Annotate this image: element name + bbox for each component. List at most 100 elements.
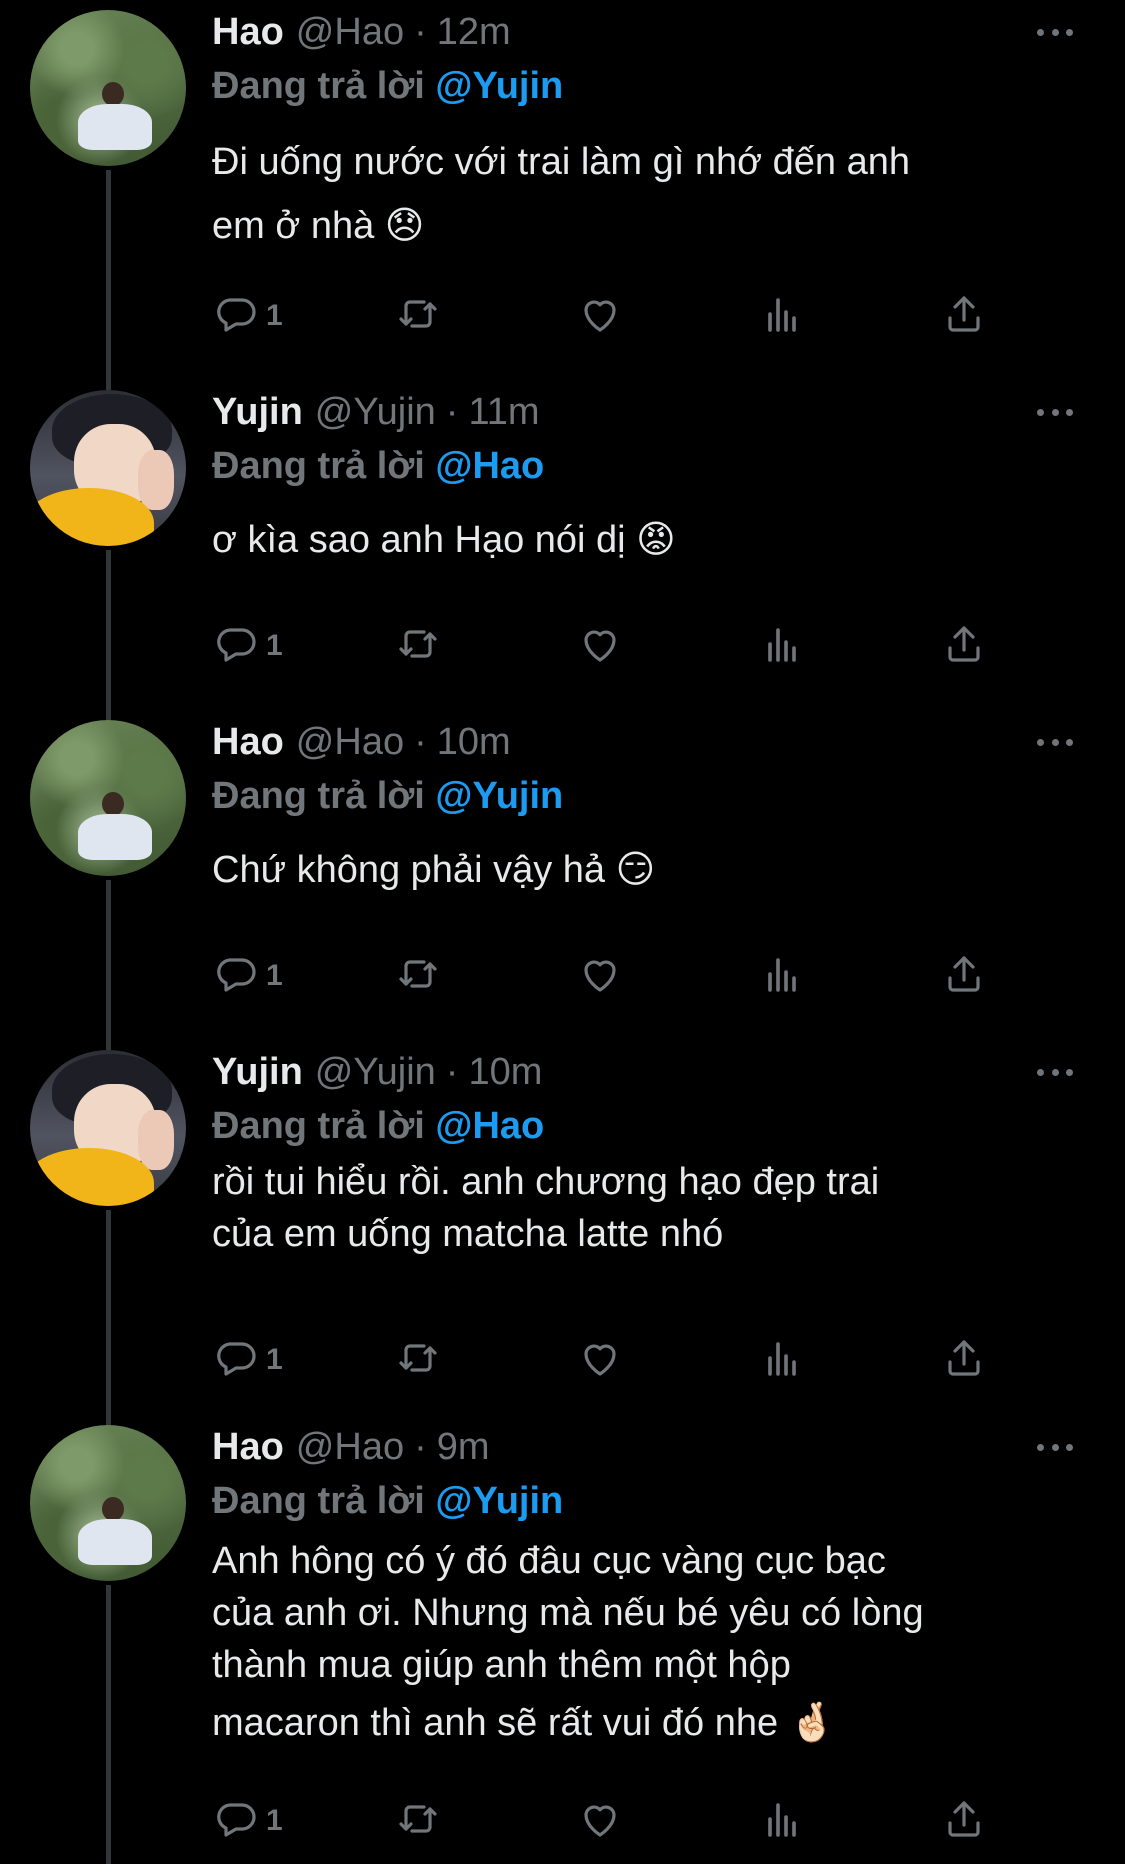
tweet-text: Đi uống nước với trai làm gì nhớ đến anh… (212, 141, 910, 247)
display-name[interactable]: Yujin (212, 390, 303, 434)
thread-connector-line (106, 1585, 111, 1864)
thread-connector-line (106, 1210, 111, 1425)
retweet-icon (394, 290, 442, 343)
views-icon (758, 1795, 806, 1848)
like-icon (576, 290, 624, 343)
tweet[interactable]: Hao @Hao · 10m Đang trả lời @Yujin Chứ k… (0, 710, 1125, 1050)
retweet-button[interactable] (394, 952, 442, 1000)
timestamp[interactable]: 10m (437, 720, 511, 764)
views-icon (758, 950, 806, 1003)
retweet-button[interactable] (394, 292, 442, 340)
replying-to: Đang trả lời @Hao (212, 1105, 545, 1147)
mention-link[interactable]: @Yujin (435, 1480, 563, 1522)
share-button[interactable] (940, 292, 988, 340)
like-button[interactable] (576, 622, 624, 670)
user-handle[interactable]: @Hao (296, 10, 404, 54)
tweet-header: Yujin @Yujin · 10m (212, 1050, 543, 1094)
share-button[interactable] (940, 952, 988, 1000)
like-icon (576, 1795, 624, 1848)
display-name[interactable]: Yujin (212, 1050, 303, 1094)
user-handle[interactable]: @Yujin (315, 390, 436, 434)
like-button[interactable] (576, 952, 624, 1000)
retweet-button[interactable] (394, 1797, 442, 1845)
tweet-header: Hao @Hao · 9m (212, 1425, 490, 1469)
reply-button[interactable]: 1 (212, 622, 283, 670)
timestamp[interactable]: 10m (468, 1050, 542, 1094)
tweet-text: Anh hông có ý đó đâu cục vàng cục bạc củ… (212, 1540, 924, 1744)
mention-link[interactable]: @Hao (435, 445, 544, 487)
display-name[interactable]: Hao (212, 1425, 284, 1469)
tweet-header: Yujin @Yujin · 11m (212, 390, 540, 434)
like-icon (576, 950, 624, 1003)
user-handle[interactable]: @Hao (296, 720, 404, 764)
tweet-text: rồi tui hiểu rồi. anh chương hạo đẹp tra… (212, 1161, 880, 1255)
timestamp[interactable]: 11m (468, 390, 539, 434)
timestamp[interactable]: 12m (437, 10, 511, 54)
retweet-icon (394, 1795, 442, 1848)
mention-link[interactable]: @Hao (435, 1105, 544, 1147)
more-options-icon[interactable] (1025, 1054, 1085, 1090)
tweet-actions: 1 (212, 622, 1012, 670)
tweet-text: Chứ không phải vậy hả 😏 (212, 849, 656, 891)
tweet[interactable]: Hao @Hao · 12m Đang trả lời @Yujin Đi uố… (0, 0, 1125, 390)
tweet[interactable]: Yujin @Yujin · 11m Đang trả lời @Hao ơ k… (0, 380, 1125, 720)
reply-icon (212, 290, 260, 343)
tweet-header: Hao @Hao · 10m (212, 720, 511, 764)
reply-count: 1 (266, 1804, 283, 1837)
avatar[interactable] (30, 390, 186, 546)
thread: Hao @Hao · 12m Đang trả lời @Yujin Đi uố… (0, 0, 1125, 1864)
like-button[interactable] (576, 292, 624, 340)
replying-to: Đang trả lời @Yujin (212, 1480, 564, 1522)
views-button[interactable] (758, 292, 806, 340)
views-button[interactable] (758, 1797, 806, 1845)
like-button[interactable] (576, 1336, 624, 1384)
share-button[interactable] (940, 1797, 988, 1845)
more-options-icon[interactable] (1025, 394, 1085, 430)
tweet[interactable]: Yujin @Yujin · 10m Đang trả lời @Hao rồi… (0, 1040, 1125, 1425)
more-options-icon[interactable] (1025, 14, 1085, 50)
avatar[interactable] (30, 1425, 186, 1581)
reply-button[interactable]: 1 (212, 292, 283, 340)
reply-button[interactable]: 1 (212, 952, 283, 1000)
share-icon (940, 1795, 988, 1848)
views-icon (758, 290, 806, 343)
avatar[interactable] (30, 1050, 186, 1206)
mention-link[interactable]: @Yujin (435, 775, 563, 817)
like-button[interactable] (576, 1797, 624, 1845)
reply-button[interactable]: 1 (212, 1797, 283, 1845)
replying-to: Đang trả lời @Yujin (212, 65, 564, 107)
share-icon (940, 620, 988, 673)
share-button[interactable] (940, 1336, 988, 1384)
thread-connector-line (106, 170, 111, 390)
reply-button[interactable]: 1 (212, 1336, 283, 1384)
user-handle[interactable]: @Yujin (315, 1050, 436, 1094)
reply-count: 1 (266, 299, 283, 332)
more-options-icon[interactable] (1025, 1429, 1085, 1465)
mention-link[interactable]: @Yujin (435, 65, 563, 107)
views-icon (758, 1334, 806, 1387)
reply-icon (212, 1795, 260, 1848)
views-button[interactable] (758, 622, 806, 670)
views-button[interactable] (758, 1336, 806, 1384)
tweet-actions: 1 (212, 952, 1012, 1000)
share-icon (940, 950, 988, 1003)
avatar[interactable] (30, 10, 186, 166)
reply-count: 1 (266, 1343, 283, 1376)
display-name[interactable]: Hao (212, 10, 284, 54)
views-button[interactable] (758, 952, 806, 1000)
thread-connector-line (106, 880, 111, 1050)
timestamp[interactable]: 9m (437, 1425, 490, 1469)
tweet[interactable]: Hao @Hao · 9m Đang trả lời @Yujin Anh hô… (0, 1415, 1125, 1864)
user-handle[interactable]: @Hao (296, 1425, 404, 1469)
tweet-header: Hao @Hao · 12m (212, 10, 511, 54)
retweet-button[interactable] (394, 1336, 442, 1384)
more-options-icon[interactable] (1025, 724, 1085, 760)
thread-connector-line (106, 550, 111, 720)
replying-to: Đang trả lời @Yujin (212, 775, 564, 817)
tweet-actions: 1 (212, 292, 1012, 340)
share-button[interactable] (940, 622, 988, 670)
avatar[interactable] (30, 720, 186, 876)
display-name[interactable]: Hao (212, 720, 284, 764)
reply-icon (212, 620, 260, 673)
retweet-button[interactable] (394, 622, 442, 670)
